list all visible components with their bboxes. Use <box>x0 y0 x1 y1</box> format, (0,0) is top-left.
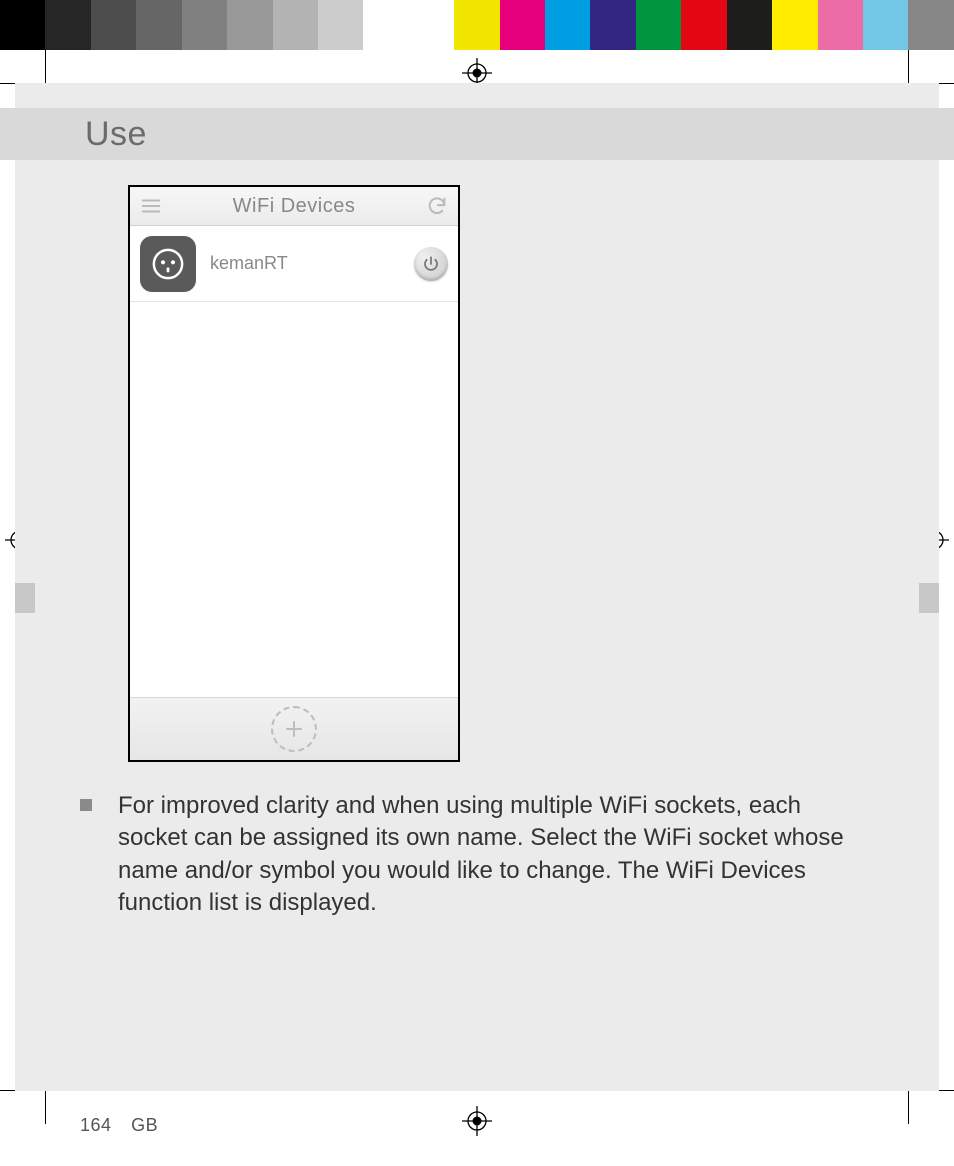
add-device-button[interactable] <box>271 706 317 752</box>
device-list-item[interactable]: kemanRT <box>130 226 458 302</box>
instruction-text: For improved clarity and when using mult… <box>118 790 864 920</box>
socket-icon <box>140 236 196 292</box>
registration-mark-icon <box>462 1106 492 1136</box>
side-accent <box>15 583 35 613</box>
device-name-label: kemanRT <box>210 253 400 274</box>
region-code: GB <box>131 1115 158 1135</box>
instruction-paragraph: For improved clarity and when using mult… <box>80 790 864 920</box>
section-header: Use <box>0 108 954 160</box>
power-toggle-button[interactable] <box>414 247 448 281</box>
page-number: 164 <box>80 1115 112 1135</box>
section-title: Use <box>85 115 147 154</box>
app-footer <box>130 697 458 760</box>
printer-color-bars <box>0 0 954 50</box>
app-title: WiFi Devices <box>233 195 356 218</box>
hamburger-icon[interactable] <box>140 195 162 217</box>
app-header: WiFi Devices <box>130 187 458 226</box>
side-accent <box>919 583 939 613</box>
refresh-icon[interactable] <box>426 195 448 217</box>
page-footer: 164 GB <box>80 1115 158 1136</box>
bullet-icon <box>80 799 92 811</box>
app-screenshot: WiFi Devices kemanRT <box>128 185 460 762</box>
